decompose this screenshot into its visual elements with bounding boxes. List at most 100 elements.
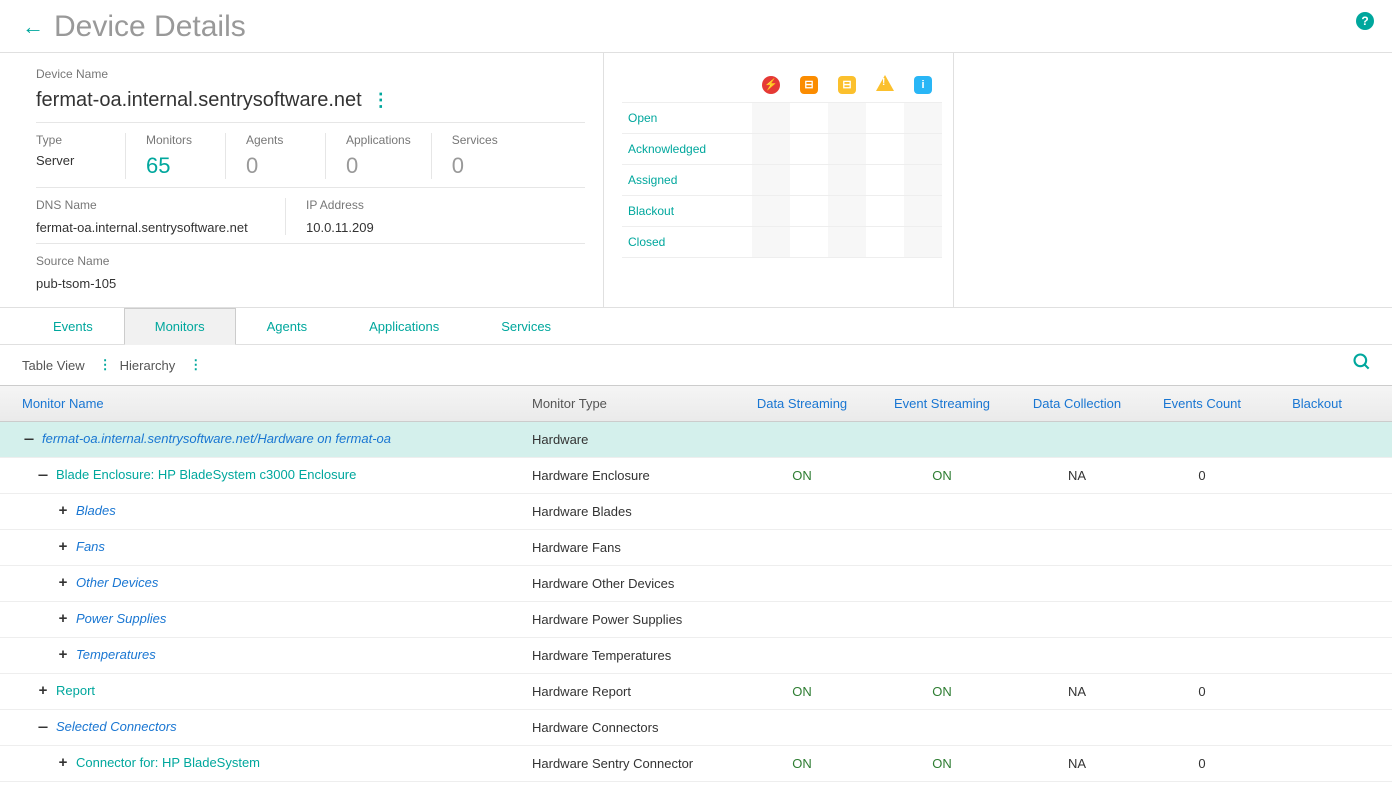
type-value: Server [36,153,105,168]
expand-icon[interactable]: + [56,755,70,772]
tree-node-dc: NA [1012,756,1142,771]
event-row-acknowledged[interactable]: Acknowledged [622,134,752,165]
tree-row: +FansHardware Fans [0,530,1392,566]
event-row-closed[interactable]: Closed [622,227,752,258]
dns-value: fermat-oa.internal.sentrysoftware.net [36,220,265,235]
details-panel: Device Name fermat-oa.internal.sentrysof… [0,52,1392,308]
device-info-card: Device Name fermat-oa.internal.sentrysof… [0,53,604,307]
tree-node-label[interactable]: Blade Enclosure: HP BladeSystem c3000 En… [56,467,356,482]
agents-value: 0 [246,153,305,179]
services-value: 0 [452,153,512,179]
tree-node-es: ON [872,468,1012,483]
help-icon[interactable]: ? [1356,12,1374,30]
expand-icon[interactable]: + [56,575,70,592]
tab-events[interactable]: Events [22,308,124,344]
agents-label: Agents [246,133,305,147]
expand-icon[interactable]: + [56,611,70,628]
tree-header: Monitor Name Monitor Type Data Streaming… [0,385,1392,422]
col-data-collection[interactable]: Data Collection [1012,396,1142,411]
tree-node-ec: 0 [1142,684,1262,699]
severity-minor-icon: ⊟ [828,67,866,103]
view-hierarchy-menu-icon[interactable]: ⋮ [189,357,202,373]
device-name-value: fermat-oa.internal.sentrysoftware.net [36,89,362,112]
services-label: Services [452,133,512,147]
severity-info-icon: i [904,67,942,103]
search-icon[interactable] [1352,352,1372,378]
tab-agents[interactable]: Agents [236,308,338,344]
applications-value: 0 [346,153,411,179]
monitors-label: Monitors [146,133,205,147]
col-monitor-name[interactable]: Monitor Name [22,396,532,411]
ip-label: IP Address [306,198,536,212]
view-table-menu-icon[interactable]: ⋮ [99,357,112,373]
tree-node-label: Power Supplies [76,611,166,626]
view-table[interactable]: Table View [22,358,85,373]
tree-node-es: ON [872,684,1012,699]
tree-node-ec: 0 [1142,468,1262,483]
col-events-count[interactable]: Events Count [1142,396,1262,411]
tree-node-type: Hardware [532,432,732,447]
tree-row: — Blade Enclosure: HP BladeSystem c3000 E… [0,458,1392,494]
event-summary-table: ⚡ ⊟ ⊟ i Open Acknowledged Assigned Black… [622,67,942,258]
event-row-assigned[interactable]: Assigned [622,165,752,196]
tree-node-label[interactable]: Report [56,683,95,698]
tree-row: + Other Devices Hardware Other Devices [0,566,1392,602]
dns-label: DNS Name [36,198,265,212]
collapse-icon[interactable]: — [22,431,36,448]
tree-node-label: Other Devices [76,575,158,590]
applications-label: Applications [346,133,411,147]
tree-node-type: Hardware Fans [532,540,732,555]
tree-row: —Selected ConnectorsHardware Connectors [0,710,1392,746]
tree-node-label: Blades [76,503,116,518]
col-event-streaming[interactable]: Event Streaming [872,396,1012,411]
back-arrow-icon[interactable]: ← [22,14,44,40]
tree-body: — fermat-oa.internal.sentrysoftware.net/H… [0,422,1392,782]
event-row-open[interactable]: Open [622,103,752,134]
tree-row: — fermat-oa.internal.sentrysoftware.net/H… [0,422,1392,458]
tab-bar: Events Monitors Agents Applications Serv… [0,308,1392,345]
expand-icon[interactable]: + [56,539,70,556]
tree-row: + Connector for: HP BladeSystem Hardware S… [0,746,1392,782]
tree-node-type: Hardware Temperatures [532,648,732,663]
view-bar: Table View ⋮ Hierarchy ⋮ [0,345,1392,385]
source-value: pub-tsom-105 [36,276,585,291]
tab-services[interactable]: Services [470,308,582,344]
collapse-icon[interactable]: — [36,719,50,736]
view-hierarchy[interactable]: Hierarchy [120,358,176,373]
collapse-icon[interactable]: — [36,467,50,484]
tree-node-es: ON [872,756,1012,771]
source-label: Source Name [36,254,585,268]
tree-node-label[interactable]: Connector for: HP BladeSystem [76,755,260,770]
col-data-streaming[interactable]: Data Streaming [732,396,872,411]
tree-row: + Blades Hardware Blades [0,494,1392,530]
tree-node-type: Hardware Other Devices [532,576,732,591]
event-row-blackout[interactable]: Blackout [622,196,752,227]
expand-icon[interactable]: + [56,647,70,664]
expand-icon[interactable]: + [56,503,70,520]
expand-icon[interactable]: + [36,683,50,700]
tab-applications[interactable]: Applications [338,308,470,344]
col-monitor-type[interactable]: Monitor Type [532,396,732,411]
tree-node-dc: NA [1012,684,1142,699]
tree-node-label: Temperatures [76,647,156,662]
col-blackout[interactable]: Blackout [1262,396,1342,411]
tree-row: +ReportHardware ReportONONNA0 [0,674,1392,710]
tree-node-type: Hardware Sentry Connector [532,756,732,771]
tree-node-label: fermat-oa.internal.sentrysoftware.net/Ha… [42,431,391,446]
page-header: ← Device Details ? [0,0,1392,52]
severity-warning-icon [866,67,904,103]
device-name-label: Device Name [36,67,585,81]
tree-node-ds: ON [732,756,872,771]
page-title: Device Details [54,10,246,44]
tab-monitors[interactable]: Monitors [124,308,236,345]
tree-node-type: Hardware Power Supplies [532,612,732,627]
tree-node-type: Hardware Report [532,684,732,699]
tree-node-type: Hardware Connectors [532,720,732,735]
device-actions-menu-icon[interactable]: ⋮ [372,90,388,111]
type-label: Type [36,133,105,147]
monitors-value[interactable]: 65 [146,153,205,179]
tree-node-dc: NA [1012,468,1142,483]
tree-node-type: Hardware Blades [532,504,732,519]
tree-node-type: Hardware Enclosure [532,468,732,483]
severity-critical-icon: ⚡ [752,67,790,103]
